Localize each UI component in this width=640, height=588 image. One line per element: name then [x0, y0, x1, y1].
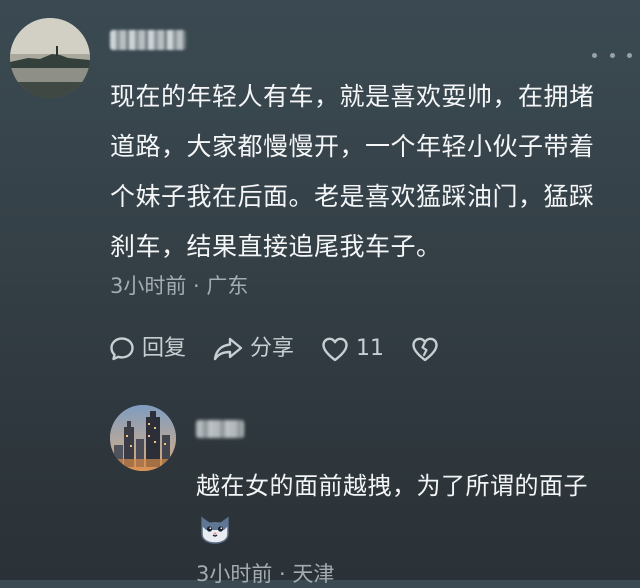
comment-meta: 3小时前 · 广东 [110, 274, 249, 298]
share-arrow-icon [213, 337, 243, 361]
like-button[interactable]: 11 [320, 334, 384, 364]
like-count: 11 [356, 336, 385, 361]
main-comment: 现在的年轻人有车，就是喜欢耍帅，在拥堵 道路，大家都慢慢开，一个年轻小伙子带着 … [0, 0, 640, 390]
dot-icon [609, 52, 615, 58]
speech-bubble-icon [110, 337, 134, 361]
reply-meta: 3小时前 · 天津 [196, 562, 335, 586]
reply-avatar[interactable] [110, 405, 176, 471]
dislike-button[interactable] [410, 335, 446, 363]
dot-icon [592, 52, 597, 58]
action-bar: 回复 分享 11 [108, 332, 472, 366]
reply-username-blurred[interactable] [196, 420, 244, 438]
reply-button[interactable]: 回复 [108, 334, 186, 364]
share-button[interactable]: 分享 [212, 334, 294, 364]
username-blurred[interactable] [110, 30, 186, 50]
more-options-button[interactable] [592, 46, 632, 64]
comment-line: 道路，大家都慢慢开，一个年轻小伙子带着 [110, 132, 595, 161]
reply-text: 越在女的面前越拽，为了所谓的面子 [196, 472, 588, 500]
comment-line: 刹车，结果直接追尾我车子。 [110, 232, 442, 261]
comment-text: 现在的年轻人有车，就是喜欢耍帅，在拥堵 道路，大家都慢慢开，一个年轻小伙子带着 … [110, 72, 630, 272]
share-label: 分享 [250, 336, 295, 361]
cat-face-sticker-icon [198, 512, 232, 546]
dot-icon [627, 52, 632, 58]
avatar[interactable] [10, 18, 90, 98]
heart-icon [322, 337, 348, 362]
landscape-avatar-image [10, 18, 90, 98]
city-skyline-avatar-image [110, 405, 176, 471]
broken-heart-icon [412, 337, 438, 362]
comment-line: 个妹子我在后面。老是喜欢猛踩油门，猛踩 [110, 182, 595, 211]
reply-label: 回复 [142, 336, 187, 361]
comment-line: 现在的年轻人有车，就是喜欢耍帅，在拥堵 [110, 82, 595, 111]
